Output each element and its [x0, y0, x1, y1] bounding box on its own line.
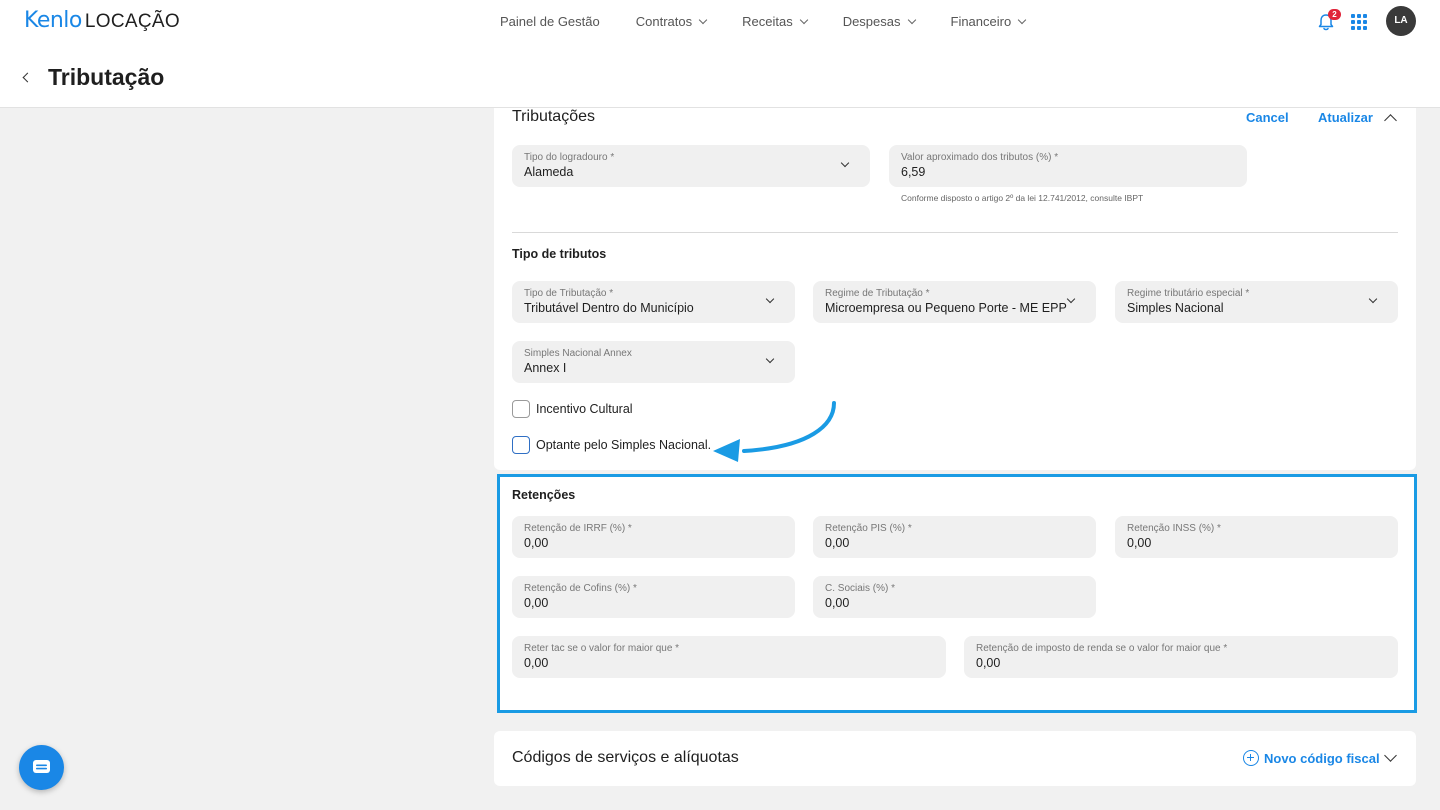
inss-input[interactable]: Retenção INSS (%) * 0,00 — [1115, 516, 1398, 558]
reter-tac-input[interactable]: Reter tac se o valor for maior que * 0,0… — [512, 636, 946, 678]
field-label: C. Sociais (%) * — [825, 583, 896, 594]
simples-annex-select[interactable]: Simples Nacional Annex Annex I — [512, 341, 795, 383]
novo-codigo-fiscal-button[interactable]: Novo código fiscal — [1264, 751, 1380, 766]
back-arrow-icon[interactable] — [22, 72, 33, 83]
logo-locacao-text: LOCAÇÃO — [84, 11, 180, 32]
field-label: Regime tributário especial * — [1127, 288, 1250, 299]
field-value: Simples Nacional — [1127, 301, 1224, 315]
tipo-logradouro-select[interactable]: Tipo do logradouro * Alameda — [512, 145, 870, 187]
nav-painel-gestao[interactable]: Painel de Gestão — [500, 14, 600, 29]
nav-label: Despesas — [842, 14, 901, 29]
codigos-title: Códigos de serviços e alíquotas — [512, 749, 739, 766]
checkbox-label: Optante pelo Simples Nacional. — [536, 438, 712, 452]
annotation-arrow — [713, 401, 836, 462]
retencao-ir-input[interactable]: Retenção de imposto de renda se o valor … — [964, 636, 1398, 678]
chevron-down-icon — [907, 15, 916, 24]
divider — [512, 232, 1398, 233]
cofins-input[interactable]: Retenção de Cofins (%) * 0,00 — [512, 576, 795, 618]
tipo-tributacao-select[interactable]: Tipo de Tributação * Tributável Dentro d… — [512, 281, 795, 323]
chevron-down-icon — [799, 15, 808, 24]
field-label: Valor aproximado dos tributos (%) * — [901, 152, 1059, 163]
retencoes-section: Retenções Retenção de IRRF (%) * 0,00 Re… — [497, 474, 1417, 713]
field-label: Tipo de Tributação * — [524, 288, 614, 299]
field-label: Retenção de Cofins (%) * — [524, 583, 637, 594]
nav-contratos[interactable]: Contratos — [635, 14, 708, 29]
field-value: 6,59 — [901, 165, 926, 179]
optante-simples-checkbox[interactable]: Optante pelo Simples Nacional. — [512, 436, 711, 454]
field-label: Retenção de IRRF (%) * — [524, 523, 632, 534]
field-value: 0,00 — [825, 596, 850, 610]
field-value: 0,00 — [1127, 536, 1152, 550]
top-navbar: Kenlo LOCAÇÃO Painel de Gestão Contratos… — [0, 0, 1440, 44]
chevron-down-icon — [1066, 294, 1076, 304]
field-value: 0,00 — [524, 596, 549, 610]
field-label: Reter tac se o valor for maior que * — [524, 643, 680, 654]
field-value: Annex I — [524, 361, 567, 375]
irrf-input[interactable]: Retenção de IRRF (%) * 0,00 — [512, 516, 795, 558]
valor-aproximado-input[interactable]: Valor aproximado dos tributos (%) * 6,59 — [889, 145, 1247, 187]
checkbox-box[interactable] — [512, 400, 530, 418]
checkbox-label: Incentivo Cultural — [536, 402, 633, 416]
field-label: Simples Nacional Annex — [524, 348, 632, 359]
nav-label: Painel de Gestão — [500, 14, 600, 29]
chevron-down-icon[interactable] — [1384, 749, 1397, 762]
chevron-down-icon — [1017, 15, 1027, 24]
page-header: Tributação — [0, 44, 1440, 108]
nav-despesas[interactable]: Despesas — [842, 14, 916, 29]
notification-badge: 2 — [1328, 9, 1341, 20]
kenlo-logo[interactable]: Kenlo LOCAÇÃO — [24, 8, 180, 33]
field-value: Tributável Dentro do Município — [524, 301, 694, 315]
chevron-down-icon — [840, 158, 850, 168]
csociais-input[interactable]: C. Sociais (%) * 0,00 — [813, 576, 1096, 618]
tipo-tributos-title: Tipo de tributos — [512, 247, 607, 261]
incentivo-cultural-checkbox[interactable]: Incentivo Cultural — [512, 400, 633, 418]
nav-label: Contratos — [635, 14, 693, 29]
field-value: 0,00 — [524, 536, 549, 550]
field-value: 0,00 — [524, 656, 549, 670]
chat-bubble-icon — [33, 760, 50, 773]
checkbox-box[interactable] — [512, 436, 530, 454]
ibpt-hint: Conforme disposto o artigo 2º da lei 12.… — [901, 193, 1144, 203]
tributacoes-title: Tributações — [512, 108, 595, 125]
tributacoes-card: Tributações Cancel Atualizar Tipo do log… — [494, 108, 1416, 470]
nav-financeiro[interactable]: Financeiro — [950, 14, 1027, 29]
regime-especial-select[interactable]: Regime tributário especial * Simples Nac… — [1115, 281, 1398, 323]
nav-label: Financeiro — [950, 14, 1012, 29]
avatar[interactable]: LA — [1386, 6, 1416, 36]
field-value: 0,00 — [976, 656, 1001, 670]
page-title: Tributação — [48, 64, 165, 90]
field-value: Alameda — [524, 165, 574, 179]
chevron-down-icon — [698, 15, 708, 24]
cancel-button[interactable]: Cancel — [1246, 110, 1289, 125]
chevron-up-icon[interactable] — [1384, 114, 1397, 127]
field-label: Regime de Tributação * — [825, 288, 930, 299]
regime-tributacao-select[interactable]: Regime de Tributação * Microempresa ou P… — [813, 281, 1096, 323]
field-label: Retenção PIS (%) * — [825, 523, 912, 534]
main-nav: Painel de Gestão Contratos Receitas Desp… — [500, 14, 1061, 29]
chat-button[interactable] — [19, 745, 64, 790]
codigos-servicos-card: Códigos de serviços e alíquotas Novo cód… — [494, 731, 1416, 786]
field-value: 0,00 — [825, 536, 850, 550]
chevron-down-icon — [765, 354, 775, 364]
field-label: Tipo do logradouro * — [524, 152, 615, 163]
plus-circle-icon[interactable] — [1243, 750, 1259, 766]
pis-input[interactable]: Retenção PIS (%) * 0,00 — [813, 516, 1096, 558]
nav-label: Receitas — [742, 14, 793, 29]
chevron-down-icon — [1368, 294, 1378, 304]
field-label: Retenção de imposto de renda se o valor … — [976, 643, 1228, 654]
nav-receitas[interactable]: Receitas — [742, 14, 808, 29]
logo-kenlo-text: Kenlo — [24, 8, 82, 33]
atualizar-button[interactable]: Atualizar — [1318, 110, 1373, 125]
field-label: Retenção INSS (%) * — [1127, 523, 1221, 534]
apps-grid-icon[interactable] — [1351, 14, 1367, 30]
field-value: Microempresa ou Pequeno Porte - ME EPP — [825, 301, 1067, 315]
chevron-down-icon — [765, 294, 775, 304]
retencoes-title: Retenções — [512, 488, 576, 502]
